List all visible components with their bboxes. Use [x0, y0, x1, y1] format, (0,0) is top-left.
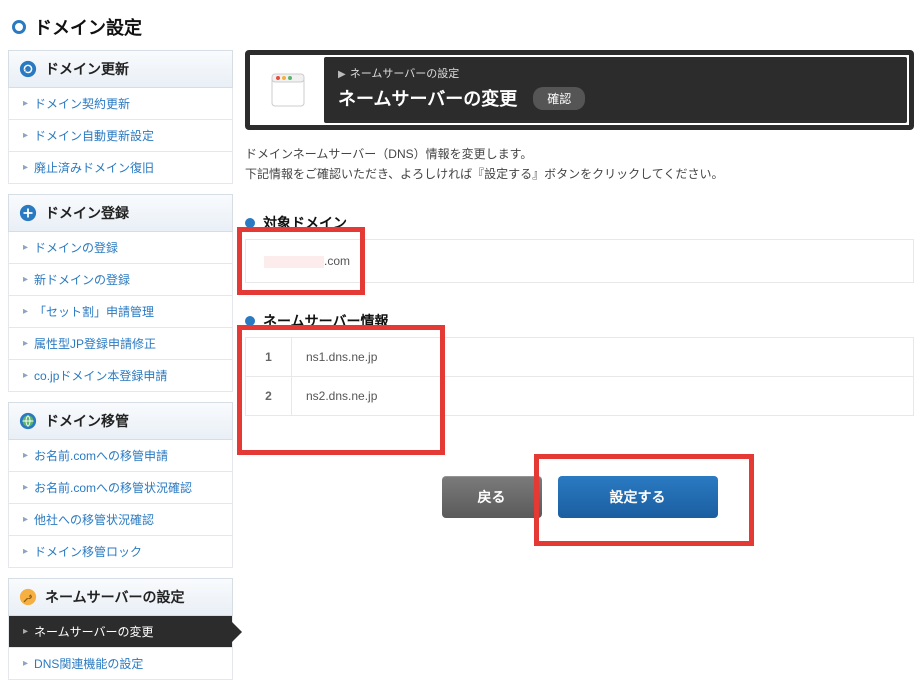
sidebar-group-transfer: ドメイン移管 [8, 402, 233, 440]
caret-icon: ▸ [23, 242, 28, 253]
sidebar-item-lock[interactable]: ▸ ドメイン移管ロック [8, 536, 233, 568]
sidebar-item-contract-renew[interactable]: ▸ ドメイン契約更新 [8, 88, 233, 120]
sidebar-item-dns-related[interactable]: ▸ DNS関連機能の設定 [8, 648, 233, 680]
sidebar-item-cojp[interactable]: ▸ co.jpドメイン本登録申請 [8, 360, 233, 392]
description: ドメインネームサーバー（DNS）情報を変更します。 下記情報をご確認いただき、よ… [245, 144, 914, 185]
bullet-icon [245, 316, 255, 326]
sidebar-group-update: ドメイン更新 [8, 50, 233, 88]
circle-icon [12, 20, 26, 34]
status-badge: 確認 [533, 87, 585, 110]
caret-icon: ▸ [23, 514, 28, 525]
page-header: ドメイン設定 [8, 8, 914, 50]
sidebar-item-label: 属性型JP登録申請修正 [34, 335, 156, 352]
caret-icon: ▸ [23, 274, 28, 285]
sidebar-item-label: 新ドメインの登録 [34, 271, 130, 288]
table-row: 2ns2.dns.ne.jp [246, 376, 914, 415]
sidebar-item-restore[interactable]: ▸ 廃止済みドメイン復旧 [8, 152, 233, 184]
caret-icon: ▸ [23, 98, 28, 109]
main-content: ▶ネームサーバーの設定 ネームサーバーの変更 確認 ドメインネームサーバー（DN… [245, 50, 914, 680]
note-icon [252, 57, 324, 123]
wrench-icon [19, 588, 37, 606]
sidebar-item-label: お名前.comへの移管状況確認 [34, 479, 192, 496]
page-title: ドメイン設定 [34, 14, 142, 40]
bullet-icon [245, 218, 255, 228]
sidebar-item-label: ネームサーバーの変更 [34, 623, 154, 640]
sidebar-item-reg[interactable]: ▸ ドメインの登録 [8, 232, 233, 264]
sidebar-item-jp-attr[interactable]: ▸ 属性型JP登録申請修正 [8, 328, 233, 360]
sidebar-item-label: ドメイン移管ロック [34, 543, 142, 560]
sidebar-item-onamae-apply[interactable]: ▸ お名前.comへの移管申請 [8, 440, 233, 472]
sidebar-item-new-reg[interactable]: ▸ 新ドメインの登録 [8, 264, 233, 296]
ns-value: ns1.dns.ne.jp [292, 337, 914, 376]
caret-icon: ▸ [23, 130, 28, 141]
ns-index: 1 [246, 337, 292, 376]
nameserver-table: 1ns1.dns.ne.jp2ns2.dns.ne.jp [245, 337, 914, 416]
sidebar-item-set-discount[interactable]: ▸ 「セット割」申請管理 [8, 296, 233, 328]
section-title-target-domain: 対象ドメイン [245, 213, 914, 233]
sidebar-item-label: co.jpドメイン本登録申請 [34, 367, 167, 384]
sidebar-item-label: お名前.comへの移管申請 [34, 447, 168, 464]
ns-index: 2 [246, 376, 292, 415]
card-title: ネームサーバーの変更 [338, 85, 517, 111]
sidebar-item-label: 廃止済みドメイン復旧 [34, 159, 154, 176]
caret-icon: ▸ [23, 450, 28, 461]
caret-icon: ▸ [23, 162, 28, 173]
caret-icon: ▸ [23, 338, 28, 349]
sidebar-item-label: DNS関連機能の設定 [34, 655, 143, 672]
globe-icon [19, 412, 37, 430]
back-button[interactable]: 戻る [442, 476, 542, 518]
sidebar: ドメイン更新▸ドメイン契約更新▸ドメイン自動更新設定▸廃止済みドメイン復旧ドメイ… [8, 50, 233, 680]
caret-icon: ▸ [23, 546, 28, 557]
sidebar-item-ns-change[interactable]: ▸ ネームサーバーの変更 [8, 616, 233, 648]
target-domain-value: .com [245, 239, 914, 283]
sidebar-item-label: ドメイン自動更新設定 [34, 127, 154, 144]
table-row: 1ns1.dns.ne.jp [246, 337, 914, 376]
section-title-nameservers: ネームサーバー情報 [245, 311, 914, 331]
plus-icon [19, 204, 37, 222]
sidebar-item-onamae-status[interactable]: ▸ お名前.comへの移管状況確認 [8, 472, 233, 504]
title-card: ▶ネームサーバーの設定 ネームサーバーの変更 確認 [245, 50, 914, 130]
sidebar-group-register: ドメイン登録 [8, 194, 233, 232]
redacted-domain-prefix [264, 256, 324, 268]
sidebar-group-nameserver: ネームサーバーの設定 [8, 578, 233, 616]
sidebar-item-other-status[interactable]: ▸ 他社への移管状況確認 [8, 504, 233, 536]
refresh-icon [19, 60, 37, 78]
caret-icon: ▸ [23, 306, 28, 317]
caret-icon: ▸ [23, 482, 28, 493]
sidebar-item-label: 他社への移管状況確認 [34, 511, 154, 528]
action-bar: 戻る 設定する [245, 476, 914, 518]
sidebar-item-label: 「セット割」申請管理 [34, 303, 154, 320]
caret-icon: ▸ [23, 626, 28, 637]
submit-button[interactable]: 設定する [558, 476, 718, 518]
sidebar-item-auto-renew[interactable]: ▸ ドメイン自動更新設定 [8, 120, 233, 152]
caret-icon: ▸ [23, 370, 28, 381]
sidebar-item-label: ドメイン契約更新 [34, 95, 130, 112]
sidebar-item-label: ドメインの登録 [34, 239, 118, 256]
caret-icon: ▸ [23, 658, 28, 669]
breadcrumb: ▶ネームサーバーの設定 [338, 65, 893, 81]
ns-value: ns2.dns.ne.jp [292, 376, 914, 415]
